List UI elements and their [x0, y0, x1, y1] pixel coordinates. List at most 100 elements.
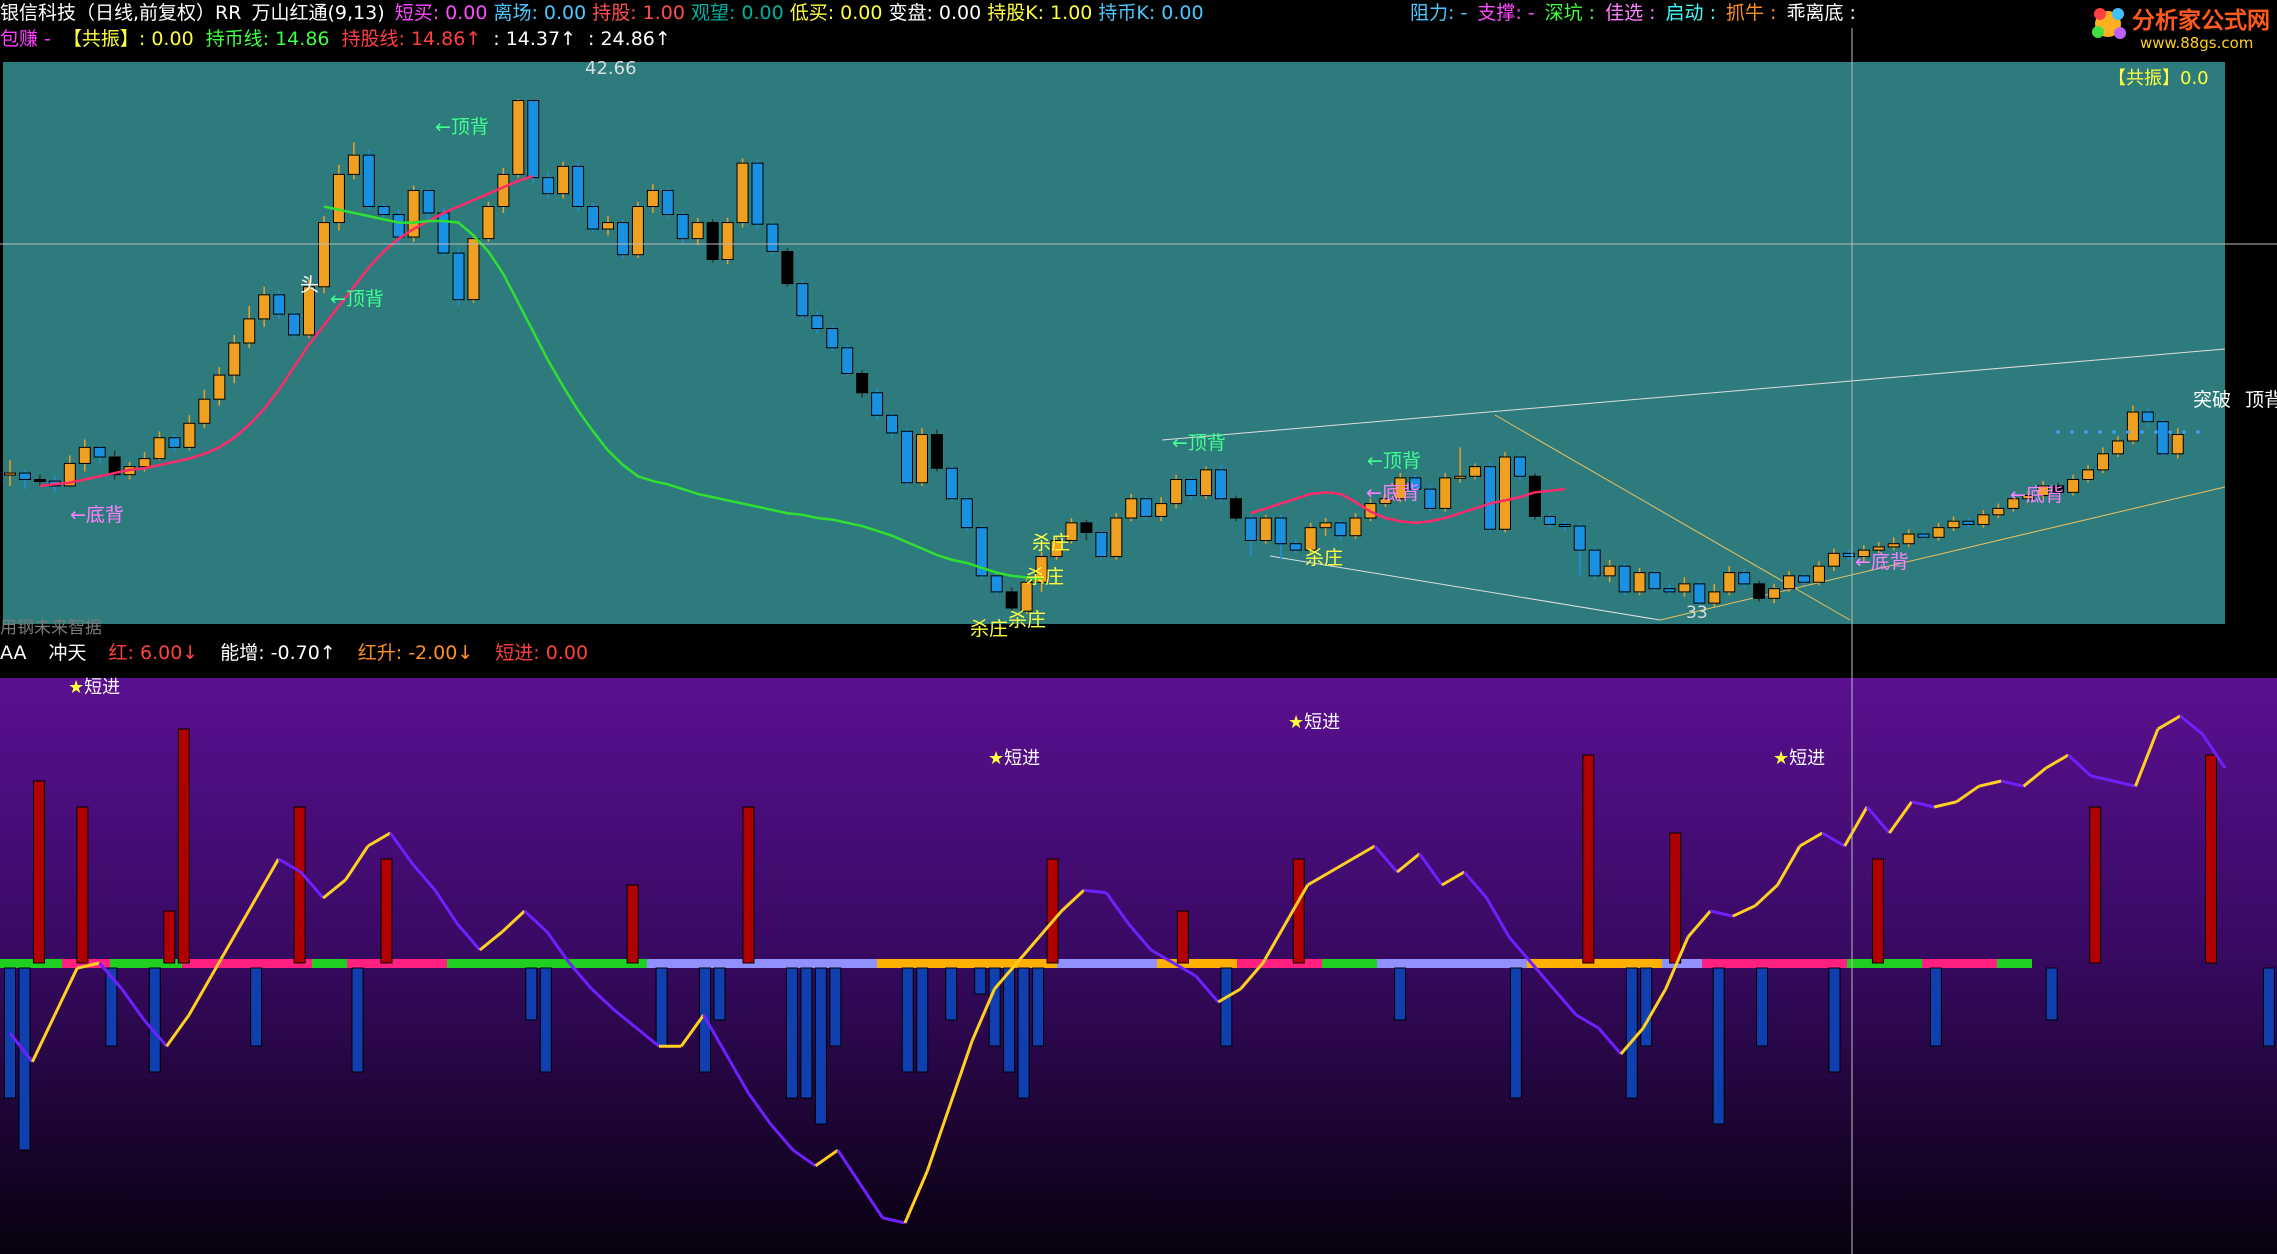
candle-body: [1798, 575, 1810, 583]
candle-body: [1633, 572, 1646, 593]
chart-annotation: 杀庄: [1305, 547, 1344, 569]
oscillator-bar: [626, 884, 639, 964]
chart-annotation: ←顶背: [1367, 450, 1421, 472]
candle-body: [1528, 475, 1541, 517]
chart-annotation: ←底背: [2010, 484, 2064, 506]
baseline-segment: [1847, 959, 1922, 968]
candle-body: [1110, 517, 1123, 558]
chart-annotation: 杀庄: [1008, 609, 1047, 631]
oscillator-bar: [148, 967, 161, 1073]
candle-body: [4, 472, 16, 476]
oscillator-bar: [785, 967, 798, 1099]
signal-legend-1: 支撑: -: [1477, 2, 1535, 24]
candle-body: [1663, 588, 1676, 593]
candle-body: [1214, 469, 1227, 500]
candle-body: [1603, 565, 1616, 577]
candle-body: [1499, 456, 1511, 530]
candle-body: [1080, 522, 1093, 533]
indicator-value-0: 短买: 0.00: [394, 2, 488, 24]
baseline-segment: [1527, 959, 1662, 968]
indicator-value-5: 变盘: 0.00: [888, 2, 982, 24]
candle-body: [826, 328, 839, 349]
candle-body: [1738, 572, 1751, 585]
candle-body: [1259, 517, 1272, 542]
baseline-segment: [1702, 959, 1847, 968]
candle-body: [930, 434, 943, 469]
signal-legend-6: 乖离底 :: [1786, 2, 1856, 24]
candle-body: [706, 222, 719, 261]
candle-body: [2126, 411, 2139, 442]
ghost-text: 用钢未来智据: [0, 618, 102, 638]
candle-body: [1962, 520, 1975, 525]
candle-body: [631, 206, 644, 256]
chart-annotation: ←底背: [70, 504, 124, 526]
candle-body: [2156, 421, 2169, 455]
candle-body: [1902, 533, 1915, 545]
osc-value-2: 红: 6.00↓: [108, 642, 199, 664]
oscillator-bar: [1640, 967, 1653, 1047]
candle-body: [1439, 477, 1452, 509]
baseline-segment: [182, 959, 312, 968]
candle-body: [886, 414, 899, 434]
candle-body: [1274, 517, 1287, 545]
signal-dot: [2154, 430, 2158, 434]
candle-body: [1140, 498, 1153, 517]
signal-dot: [2056, 430, 2060, 434]
oscillator-bar: [1032, 967, 1045, 1047]
candle-body: [602, 222, 614, 230]
candle-body: [796, 283, 809, 317]
signal-legend-2: 深坑 :: [1544, 2, 1596, 24]
line-value-3: 持股线: 14.86↑: [341, 28, 482, 50]
oscillator-bar: [351, 967, 364, 1073]
baseline-segment: [347, 959, 447, 968]
gongzhen-badge: 【共振】0.0: [2108, 68, 2209, 89]
candle-body: [1185, 478, 1198, 497]
oscillator-bar: [1669, 832, 1682, 964]
short-entry-star: ★短进: [1773, 748, 1826, 769]
candle-body: [1842, 552, 1855, 558]
short-entry-star: ★短进: [1288, 712, 1341, 733]
candle-body: [871, 392, 884, 416]
oscillator-bar: [32, 780, 45, 964]
candle-body: [347, 154, 360, 175]
candle-body: [1454, 475, 1467, 479]
candle-body: [198, 398, 211, 424]
chart-annotation: 突破: [2193, 389, 2232, 411]
candle-body: [183, 422, 196, 448]
osc-value-3: 能增: -0.70↑: [220, 642, 336, 664]
indicator-title: 万山红通(9,13): [251, 2, 385, 24]
line-value-1: 【共振】: 0.00: [62, 28, 194, 50]
baseline-segment: [877, 959, 1057, 968]
oscillator-bar: [2204, 754, 2217, 964]
oscillator-bar: [1017, 967, 1030, 1099]
chart-annotation: ←顶背: [330, 288, 384, 310]
candle-body: [153, 437, 166, 460]
osc-value-5: 短进: 0.00: [495, 642, 589, 664]
candle-body: [2171, 434, 2184, 455]
candle-body: [1827, 552, 1840, 567]
candle-body: [691, 222, 704, 240]
candle-body: [452, 252, 465, 301]
oscillator-bar: [1756, 967, 1769, 1047]
candle-body: [1543, 515, 1556, 525]
candle-body: [1992, 507, 2005, 516]
signal-dot: [2182, 430, 2186, 434]
baseline-segment: [647, 959, 877, 968]
candle-body: [422, 189, 435, 214]
oscillator-bar: [2089, 806, 2102, 964]
candle-body: [587, 206, 600, 230]
oscillator-bar: [1929, 967, 1942, 1047]
chart-annotation: 杀庄: [1026, 566, 1065, 588]
oscillator-bar: [713, 967, 726, 1021]
candle-body: [1932, 527, 1945, 538]
candle-body: [781, 250, 794, 285]
candle-body: [1334, 522, 1347, 537]
candle-body: [527, 100, 540, 179]
oscillator-bar: [974, 967, 987, 995]
oscillator-bar: [1828, 967, 1841, 1073]
candle-body: [1469, 466, 1482, 477]
candle-body: [317, 222, 330, 288]
candle-body: [1708, 591, 1721, 604]
short-entry-star: ★短进: [68, 677, 121, 698]
candle-body: [1349, 517, 1362, 537]
